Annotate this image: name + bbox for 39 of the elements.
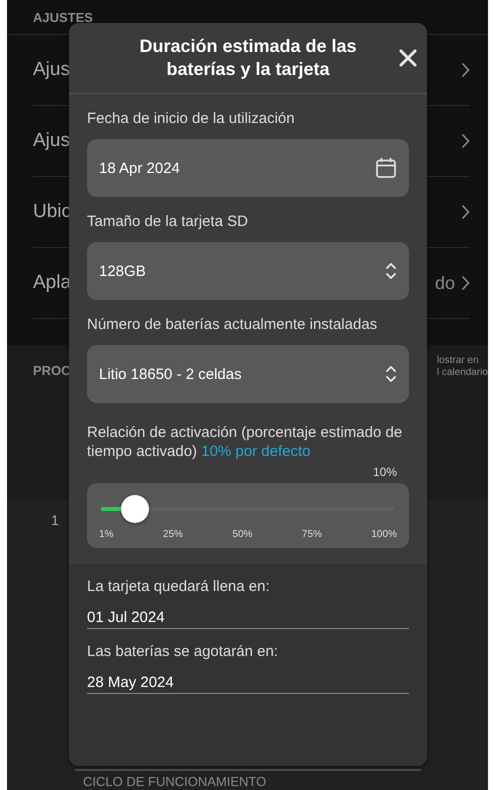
field-label: Relación de activación (porcentaje estimado de tiempo activado) 10% por defecto — [87, 423, 404, 461]
tick-label: 100% — [371, 529, 397, 540]
date-field[interactable]: 18 Apr 2024 — [87, 139, 409, 197]
default-link[interactable]: 10% por defecto — [201, 443, 310, 460]
setting-label: Apla — [33, 272, 72, 294]
calendar-note: lostrar en l calendario — [436, 355, 488, 379]
setting-label: Ubic — [33, 201, 72, 223]
result-label: La tarjeta quedará llena en: — [87, 578, 271, 595]
result-value: 28 May 2024 — [87, 674, 409, 694]
field-label: Número de baterías actualmente instaladas — [87, 316, 378, 333]
tick-label: 50% — [232, 529, 252, 540]
section-header: CICLO DE FUNCIONAMIENTO — [83, 775, 268, 789]
up-down-icon — [385, 364, 397, 384]
picker-field[interactable]: Litio 18650 - 2 celdas — [87, 345, 409, 403]
setting-label: Ajus — [33, 130, 70, 152]
chevron-icon — [461, 275, 470, 291]
close-button[interactable] — [397, 47, 419, 69]
setting-value: do — [434, 272, 455, 294]
tick-label: 25% — [162, 529, 183, 540]
section-header: PROC — [33, 363, 71, 378]
picker-field[interactable]: 128GB — [87, 242, 409, 300]
slider-reading: 10% — [372, 465, 397, 479]
tick-label: 75% — [302, 529, 322, 540]
slider[interactable] — [99, 495, 397, 523]
field-label: Tamaño de la tarjeta SD — [87, 213, 249, 230]
result-value: 01 Jul 2024 — [87, 609, 409, 629]
close-icon — [399, 49, 417, 67]
calendar-icon — [375, 157, 397, 179]
partial-text: 1 — [51, 512, 59, 528]
dialog-title: Duración estimada de las baterías y la tarjeta — [138, 35, 358, 81]
chevron-icon — [461, 204, 470, 220]
chevron-icon — [461, 133, 470, 149]
slider-thumb[interactable] — [120, 495, 149, 523]
up-down-icon — [385, 261, 397, 281]
tick-label: 1% — [99, 529, 114, 540]
setting-label: Ajus — [33, 59, 70, 81]
result-label: Las baterías se agotarán en: — [87, 643, 279, 660]
field-label: Fecha de inicio de la utilización — [87, 110, 296, 127]
chevron-icon — [461, 62, 470, 78]
